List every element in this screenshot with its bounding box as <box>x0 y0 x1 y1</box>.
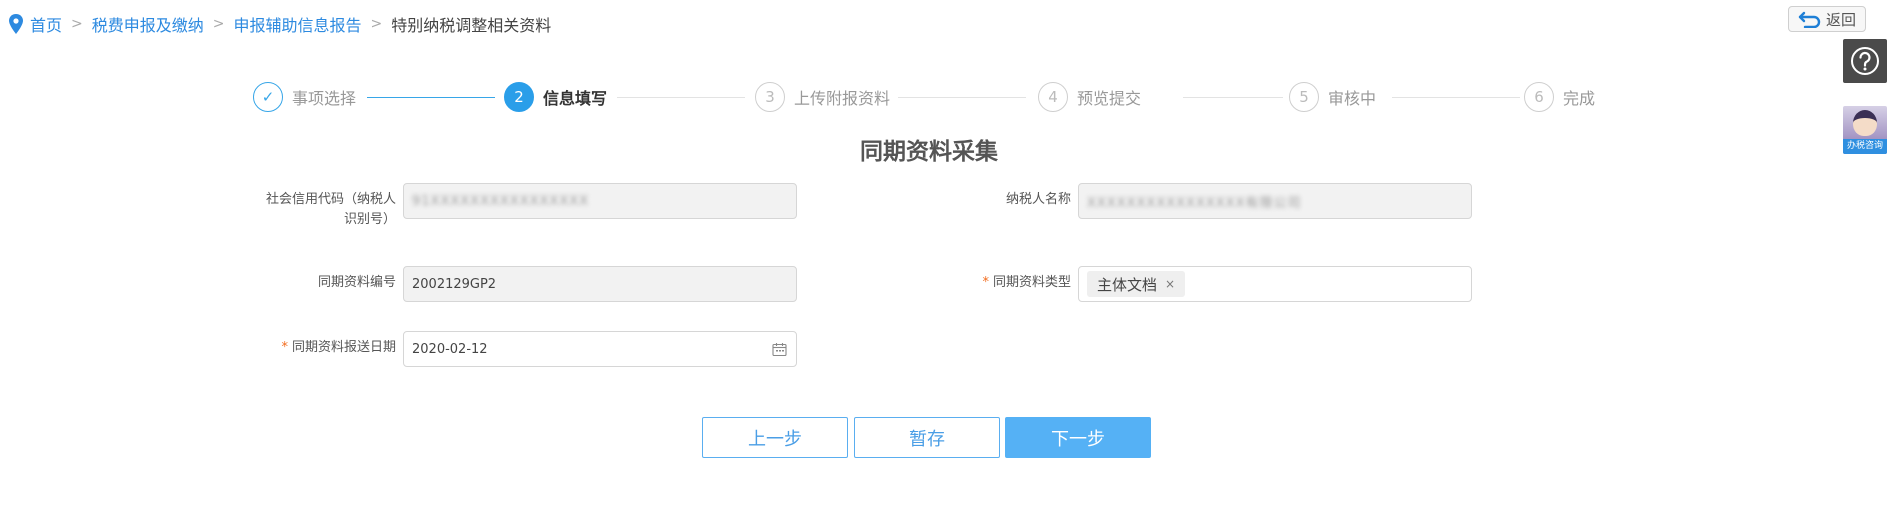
credit-code-value: 91XXXXXXXXXXXXXXXX <box>412 193 590 209</box>
step-number: 2 <box>504 82 534 112</box>
step-item-review: 5 审核中 <box>1289 80 1376 114</box>
taxpayer-name-value: XXXXXXXXXXXXXXXX有限公司 <box>1087 195 1302 211</box>
breadcrumb-tax-filing-link[interactable]: 税费申报及缴纳 <box>92 12 204 36</box>
step-connector <box>617 97 745 98</box>
step-label: 上传附报资料 <box>794 89 891 108</box>
tag-remove-icon[interactable]: × <box>1165 277 1175 291</box>
breadcrumb-separator: > <box>370 16 383 32</box>
step-item-fill-info: 2 信息填写 <box>504 80 607 114</box>
credit-code-label-line2: 识别号） <box>343 212 396 227</box>
form-title: 同期资料采集 <box>860 139 998 165</box>
credit-code-label: 社会信用代码（纳税人 识别号） <box>230 190 396 230</box>
doc-type-select[interactable]: 主体文档 × <box>1078 266 1472 302</box>
doc-number-label: 同期资料编号 <box>317 275 396 290</box>
question-mark-icon <box>1851 47 1879 75</box>
location-pin-icon <box>9 14 23 34</box>
breadcrumb-home-link[interactable]: 首页 <box>30 12 62 36</box>
doc-type-label: * 同期资料类型 <box>940 273 1071 293</box>
credit-code-field[interactable]: 91XXXXXXXXXXXXXXXX <box>403 183 797 219</box>
back-button-label: 返回 <box>1825 10 1856 29</box>
step-label: 预览提交 <box>1077 89 1142 108</box>
step-label: 审核中 <box>1328 89 1377 108</box>
step-item-preview: 4 预览提交 <box>1038 80 1141 114</box>
breadcrumb-aux-report-link[interactable]: 申报辅助信息报告 <box>234 12 362 36</box>
next-step-button[interactable]: 下一步 <box>1005 417 1151 458</box>
step-item-select: ✓ 事项选择 <box>253 80 356 114</box>
step-number: 3 <box>755 82 785 112</box>
back-button[interactable]: 返回 <box>1788 6 1866 32</box>
save-draft-button[interactable]: 暂存 <box>854 417 1000 458</box>
step-connector <box>1392 97 1520 98</box>
step-number: 4 <box>1038 82 1068 112</box>
breadcrumb-separator: > <box>212 16 225 32</box>
help-button[interactable] <box>1843 39 1887 83</box>
submit-date-field[interactable]: 2020-02-12 <box>403 331 797 367</box>
breadcrumb: 首页 > 税费申报及缴纳 > 申报辅助信息报告 > 特别纳税调整相关资料 <box>8 12 551 36</box>
required-marker: * <box>982 275 989 290</box>
step-connector <box>367 97 495 98</box>
step-label: 事项选择 <box>292 89 357 108</box>
page: 首页 > 税费申报及缴纳 > 申报辅助信息报告 > 特别纳税调整相关资料 返回 … <box>0 0 1891 511</box>
step-item-upload: 3 上传附报资料 <box>755 80 890 114</box>
taxpayer-name-label: 纳税人名称 <box>1005 192 1071 207</box>
doc-number-value: 2002129GP2 <box>412 276 497 292</box>
doc-type-tag: 主体文档 × <box>1087 271 1186 297</box>
submit-date-label-text: 同期资料报送日期 <box>291 340 396 355</box>
submit-date-value: 2020-02-12 <box>412 341 488 357</box>
submit-date-label: * 同期资料报送日期 <box>230 338 396 358</box>
prev-step-button[interactable]: 上一步 <box>702 417 848 458</box>
progress-stepper: ✓ 事项选择 2 信息填写 3 上传附报资料 4 预览提交 5 审核中 6 完成 <box>0 80 1891 114</box>
credit-code-label-line1: 社会信用代码（纳税人 <box>265 192 396 207</box>
step-number: 5 <box>1289 82 1319 112</box>
step-number: 6 <box>1524 82 1554 112</box>
return-arrow-icon <box>1798 11 1821 28</box>
doc-number-field[interactable]: 2002129GP2 <box>403 266 797 302</box>
doc-type-tag-label: 主体文档 <box>1097 275 1158 294</box>
step-item-complete: 6 完成 <box>1524 80 1595 114</box>
breadcrumb-separator: > <box>71 16 83 32</box>
step-connector <box>898 97 1026 98</box>
step-connector <box>1183 97 1283 98</box>
check-icon: ✓ <box>253 82 283 112</box>
doc-type-label-text: 同期资料类型 <box>992 275 1071 290</box>
taxpayer-name-field[interactable]: XXXXXXXXXXXXXXXX有限公司 <box>1078 183 1472 219</box>
step-label: 完成 <box>1563 89 1596 108</box>
calendar-icon[interactable] <box>772 342 787 357</box>
step-label: 信息填写 <box>543 89 608 108</box>
required-marker: * <box>281 340 288 355</box>
breadcrumb-current: 特别纳税调整相关资料 <box>391 16 552 35</box>
